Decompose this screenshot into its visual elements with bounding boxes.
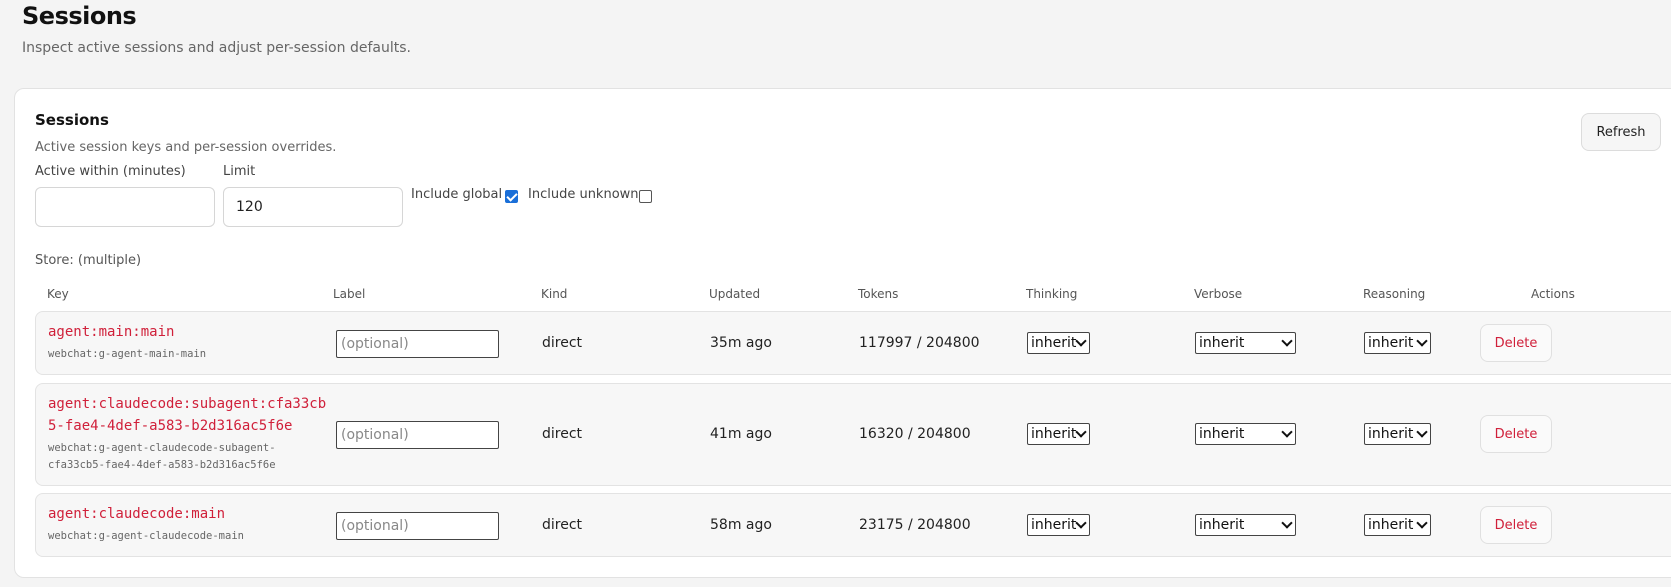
chevron-down-icon xyxy=(1416,517,1428,529)
column-header-actions: Actions xyxy=(1531,287,1575,301)
chevron-down-icon xyxy=(1416,426,1428,438)
store-text: Store: (multiple) xyxy=(35,253,142,268)
delete-button[interactable]: Delete xyxy=(1480,324,1552,362)
page-subtitle: Inspect active sessions and adjust per-s… xyxy=(22,40,411,56)
verbose-select[interactable]: inherit xyxy=(1195,423,1296,445)
chevron-down-icon xyxy=(1281,335,1293,347)
session-label-input[interactable] xyxy=(336,421,499,449)
session-subkey: webchat:g-agent-main-main xyxy=(48,348,207,360)
card-title: Sessions xyxy=(35,111,109,129)
session-kind: direct xyxy=(542,426,583,442)
column-header-thinking: Thinking xyxy=(1026,287,1078,301)
chevron-down-icon xyxy=(1281,426,1293,438)
table-row: agent:main:main webchat:g-agent-main-mai… xyxy=(35,311,1671,375)
session-key: agent:main:main xyxy=(48,324,175,340)
table-row: agent:claudecode:main webchat:g-agent-cl… xyxy=(35,493,1671,557)
refresh-button[interactable]: Refresh xyxy=(1581,113,1661,151)
thinking-select[interactable]: inherit xyxy=(1027,514,1090,536)
session-key: agent:claudecode:subagent:cfa33cb 5-fae4… xyxy=(48,396,327,434)
session-tokens: 117997 / 204800 xyxy=(859,335,980,351)
reasoning-select[interactable]: inherit xyxy=(1364,423,1431,445)
delete-button[interactable]: Delete xyxy=(1480,506,1552,544)
session-updated: 58m ago xyxy=(710,517,772,533)
chevron-down-icon xyxy=(1075,517,1087,529)
session-updated: 41m ago xyxy=(710,426,772,442)
verbose-select[interactable]: inherit xyxy=(1195,332,1296,354)
session-tokens: 16320 / 204800 xyxy=(859,426,971,442)
active-within-label: Active within (minutes) xyxy=(35,164,186,179)
session-label-input[interactable] xyxy=(336,330,499,358)
card-subtitle: Active session keys and per-session over… xyxy=(35,140,337,155)
chevron-down-icon xyxy=(1281,517,1293,529)
reasoning-select[interactable]: inherit xyxy=(1364,332,1431,354)
column-header-verbose: Verbose xyxy=(1194,287,1243,301)
sessions-card: Sessions Active session keys and per-ses… xyxy=(14,88,1671,578)
table-row: agent:claudecode:subagent:cfa33cb 5-fae4… xyxy=(35,383,1671,486)
thinking-select[interactable]: inherit xyxy=(1027,332,1090,354)
column-header-updated: Updated xyxy=(709,287,761,301)
include-global-checkbox[interactable] xyxy=(505,190,518,203)
thinking-select[interactable]: inherit xyxy=(1027,423,1090,445)
session-kind: direct xyxy=(542,335,583,351)
chevron-down-icon xyxy=(1075,335,1087,347)
session-subkey: webchat:g-agent-claudecode-main xyxy=(48,530,244,542)
session-key: agent:claudecode:main xyxy=(48,506,226,522)
limit-label: Limit xyxy=(223,164,256,179)
chevron-down-icon xyxy=(1075,426,1087,438)
session-kind: direct xyxy=(542,517,583,533)
column-header-key: Key xyxy=(47,287,69,301)
reasoning-select[interactable]: inherit xyxy=(1364,514,1431,536)
chevron-down-icon xyxy=(1416,335,1428,347)
session-subkey: webchat:g-agent-claudecode-subagent- cfa… xyxy=(48,442,276,471)
column-header-label: Label xyxy=(333,287,366,301)
active-within-input[interactable] xyxy=(35,187,215,227)
delete-button[interactable]: Delete xyxy=(1480,415,1552,453)
page-title: Sessions xyxy=(22,2,137,30)
column-header-kind: Kind xyxy=(541,287,568,301)
column-header-reasoning: Reasoning xyxy=(1363,287,1426,301)
column-header-tokens: Tokens xyxy=(858,287,899,301)
include-global-label: Include global xyxy=(411,187,503,202)
limit-input[interactable] xyxy=(223,187,403,227)
include-unknown-checkbox[interactable] xyxy=(639,190,652,203)
verbose-select[interactable]: inherit xyxy=(1195,514,1296,536)
include-unknown-label: Include unknown xyxy=(528,187,639,202)
session-label-input[interactable] xyxy=(336,512,499,540)
session-updated: 35m ago xyxy=(710,335,772,351)
session-tokens: 23175 / 204800 xyxy=(859,517,971,533)
